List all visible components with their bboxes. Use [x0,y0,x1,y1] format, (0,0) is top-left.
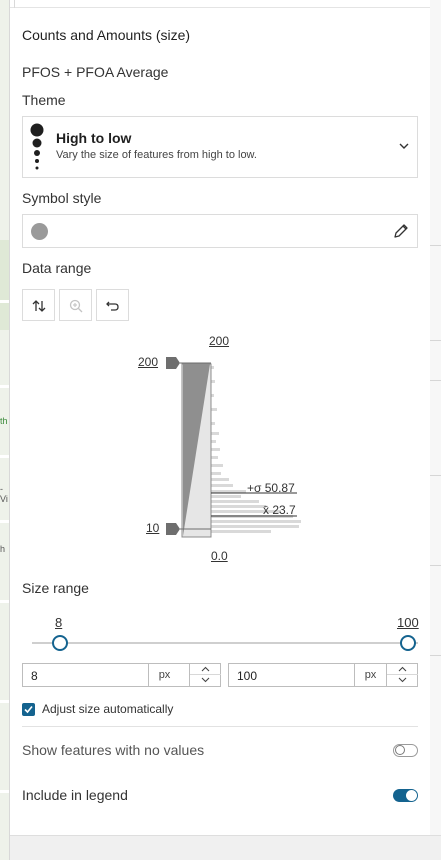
no-values-toggle[interactable] [393,744,418,757]
symbol-style-label: Symbol style [22,190,102,206]
map-road [0,700,9,703]
size-min-input[interactable]: 8 px [22,663,221,687]
size-max-input-value: 100 [237,669,258,683]
size-range-track [32,642,418,644]
adjacent-panel-edge [429,0,441,860]
section-title: Counts and Amounts (size) [22,27,191,43]
chevron-down-icon [201,677,210,683]
max-handle-value[interactable]: 200 [138,355,158,369]
reset-range-button[interactable] [96,289,129,321]
zoom-in-icon [69,299,83,313]
include-legend-toggle[interactable] [393,789,418,802]
size-min-unit: px [148,664,180,686]
map-road [0,385,9,388]
decrement-button[interactable] [190,675,221,686]
chevron-down-icon [398,677,407,683]
divider [430,340,441,341]
symbol-preview [31,223,48,240]
size-max-handle[interactable] [400,635,416,651]
divider [430,380,441,381]
divider [430,655,441,656]
min-handle-value[interactable]: 10 [146,521,159,535]
chevron-down-icon [399,143,409,149]
increment-button[interactable] [387,664,418,675]
size-max-unit: px [354,664,386,686]
symbol-style-field[interactable] [22,214,418,248]
style-options-panel: Counts and Amounts (size) PFOS + PFOA Av… [10,0,430,835]
divider [430,565,441,566]
map-road [0,790,9,793]
min-handle[interactable] [166,523,180,535]
data-range-label: Data range [22,260,92,276]
zoom-histogram-button[interactable] [59,289,92,321]
chevron-up-icon [398,666,407,672]
histogram-min-value: 0.0 [211,549,228,563]
size-min-stepper[interactable] [189,664,221,686]
map-road [0,300,9,303]
adjust-size-label: Adjust size automatically [42,702,174,716]
size-min-handle[interactable] [52,635,68,651]
divider [430,475,441,476]
theme-select[interactable]: High to low Vary the size of features fr… [22,116,418,178]
size-theme-icon [30,123,44,170]
map-road [0,455,9,458]
no-values-label: Show features with no values [22,742,205,758]
theme-label: Theme [22,92,66,108]
map-park-area [0,240,9,330]
adjust-size-checkbox[interactable] [22,703,35,716]
map-road [0,600,9,603]
field-name: PFOS + PFOA Average [22,64,169,80]
pencil-icon[interactable] [393,223,409,239]
map-label: h [0,544,6,554]
map-road [0,520,9,523]
swap-vertical-icon [32,300,46,312]
divider [430,245,441,246]
histogram-max-value: 200 [209,334,230,348]
size-max-input[interactable]: 100 px [228,663,418,687]
map-label: th [0,416,8,426]
decrement-button[interactable] [387,675,418,686]
map-label: -Vi [0,484,8,504]
mean-label: x̄ 23.7 [263,503,296,517]
chevron-up-icon [201,666,210,672]
size-min-label: 8 [55,615,63,630]
invert-range-button[interactable] [22,289,55,321]
max-handle[interactable] [166,357,180,369]
size-max-label: 100 [397,615,419,630]
size-min-input-value: 8 [31,669,38,683]
theme-description: Vary the size of features from high to l… [56,149,257,161]
panel-footer [10,835,441,860]
theme-title: High to low [56,130,132,146]
include-legend-label: Include in legend [22,787,128,803]
map-view-edge: th -Vi h [0,0,10,860]
data-range-histogram [166,357,301,538]
divider [22,726,418,727]
stddev-label: +σ 50.87 [247,481,295,495]
panel-header-bar [10,0,430,8]
size-max-stepper[interactable] [386,664,418,686]
checkmark-icon [24,705,33,714]
increment-button[interactable] [190,664,221,675]
undo-icon [106,301,119,311]
size-range-label: Size range [22,580,89,596]
